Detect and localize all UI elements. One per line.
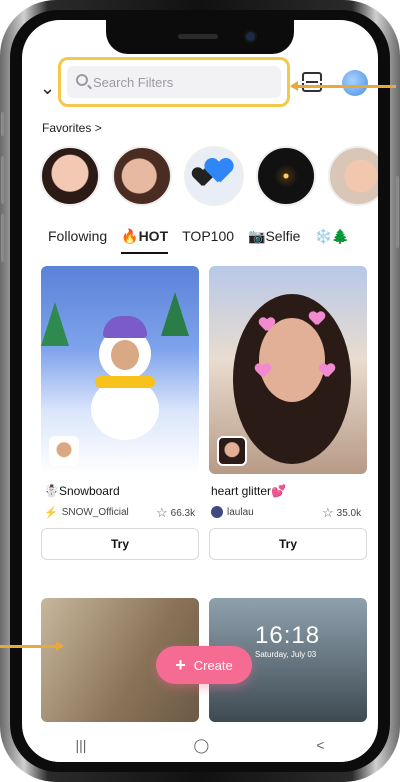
stat-value: 35.0k — [336, 507, 362, 519]
child-face — [111, 340, 139, 370]
create-label: Create — [193, 657, 233, 673]
speaker — [178, 34, 218, 39]
purple-hat — [103, 316, 147, 338]
creator-name: SNOW_Official — [61, 507, 129, 518]
pink-heart-icon — [319, 364, 335, 378]
avatar[interactable] — [342, 70, 368, 96]
search-input[interactable]: Search Filters — [67, 66, 281, 98]
lockscreen-time: 16:18 — [255, 622, 321, 649]
card-stat: ☆ 66.3k — [156, 505, 195, 521]
favorites-label: Favorites — [42, 121, 92, 135]
front-camera — [246, 32, 255, 41]
favorite-filter-2[interactable] — [112, 146, 172, 206]
favorites-link[interactable]: Favorites > — [42, 121, 102, 135]
filter-card-image-heart-glitter[interactable] — [209, 266, 367, 474]
blue-heart-icon — [205, 159, 234, 185]
chevron-right-icon: > — [94, 121, 102, 135]
favorite-filter-4[interactable] — [256, 146, 316, 206]
card-creator[interactable]: ⚡ SNOW_Official — [44, 506, 129, 519]
search-highlight: Search Filters — [58, 57, 290, 107]
notch — [106, 20, 294, 54]
volume-up-button — [1, 156, 4, 204]
search-placeholder: Search Filters — [93, 74, 174, 90]
creator-avatar — [211, 506, 223, 518]
pink-heart-icon — [309, 312, 325, 326]
tab-selfie[interactable]: 📷Selfie — [248, 228, 300, 256]
filter-thumbnail — [49, 436, 79, 466]
tab-winter[interactable]: ❄️🌲 — [314, 228, 349, 256]
category-tabs: Following 🔥HOT TOP100 📷Selfie ❄️🌲 — [22, 228, 378, 256]
stat-value: 66.3k — [170, 507, 196, 519]
home-icon[interactable]: ◯ — [194, 737, 210, 754]
try-button[interactable]: Try — [41, 528, 199, 560]
chevron-down-icon[interactable]: ⌄ — [40, 78, 55, 99]
callout-arrow-search — [290, 81, 396, 91]
card-title: heart glitter💕 — [211, 484, 286, 498]
creator-name: laulau — [227, 506, 254, 518]
back-icon[interactable]: < — [316, 737, 324, 753]
plus-icon: + — [175, 654, 186, 675]
pink-heart-icon — [259, 318, 275, 332]
phone-frame: ⌄ Search Filters Favorites > Following 🔥… — [0, 0, 400, 782]
scan-icon[interactable] — [301, 72, 323, 92]
star-icon: ☆ — [156, 505, 168, 520]
tree-icon — [161, 292, 189, 336]
favorite-filter-5[interactable] — [328, 146, 378, 206]
power-button — [396, 176, 399, 248]
yellow-scarf — [95, 376, 155, 388]
tab-following[interactable]: Following — [48, 228, 107, 256]
card-creator[interactable]: laulau — [211, 506, 254, 518]
search-icon — [76, 74, 88, 86]
filter-card-image-snowboard[interactable] — [41, 266, 199, 474]
system-nav-bar: ||| ◯ < — [22, 728, 378, 762]
recents-icon[interactable]: ||| — [76, 737, 87, 753]
volume-down-button — [1, 214, 4, 262]
snowman-illustration — [89, 316, 161, 440]
star-icon: ☆ — [322, 505, 334, 520]
lockscreen-date: Saturday, July 03 — [255, 650, 317, 659]
tab-hot[interactable]: 🔥HOT — [121, 228, 168, 256]
mute-switch — [1, 112, 4, 136]
pink-heart-icon — [255, 364, 271, 378]
card-title: ☃️Snowboard — [44, 484, 120, 498]
favorites-row — [40, 146, 378, 206]
tab-top100[interactable]: TOP100 — [182, 228, 234, 256]
card-stat: ☆ 35.0k — [322, 505, 361, 521]
favorite-filter-3[interactable] — [184, 146, 244, 206]
callout-arrow-image — [0, 641, 64, 651]
filter-thumbnail — [217, 436, 247, 466]
create-button[interactable]: + Create — [156, 646, 252, 684]
tree-icon — [41, 302, 69, 346]
app-screen: ⌄ Search Filters Favorites > Following 🔥… — [22, 20, 378, 762]
verified-bolt-icon: ⚡ — [44, 507, 58, 519]
try-button[interactable]: Try — [209, 528, 367, 560]
favorite-filter-1[interactable] — [40, 146, 100, 206]
